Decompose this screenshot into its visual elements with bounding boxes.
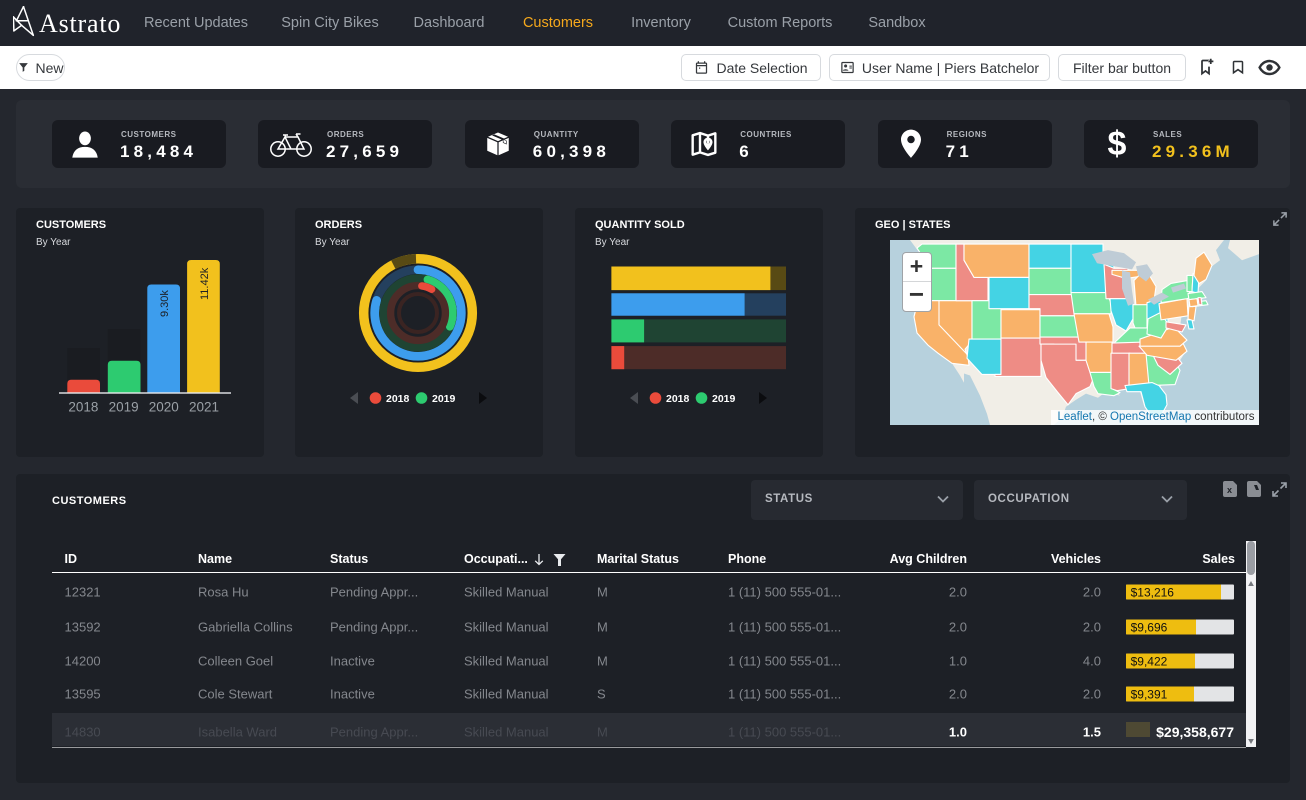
svg-text:2019: 2019 bbox=[109, 400, 139, 415]
svg-text:2018: 2018 bbox=[666, 393, 690, 405]
svg-text:2019: 2019 bbox=[712, 393, 736, 405]
svg-text:2019: 2019 bbox=[432, 393, 456, 405]
svg-text:9.30k: 9.30k bbox=[159, 290, 171, 317]
svg-text:11.42k: 11.42k bbox=[199, 267, 211, 300]
svg-text:2020: 2020 bbox=[149, 400, 179, 415]
svg-text:2018: 2018 bbox=[386, 393, 410, 405]
svg-text:2018: 2018 bbox=[68, 400, 98, 415]
svg-text:x: x bbox=[1227, 485, 1232, 495]
svg-text:2021: 2021 bbox=[189, 400, 219, 415]
